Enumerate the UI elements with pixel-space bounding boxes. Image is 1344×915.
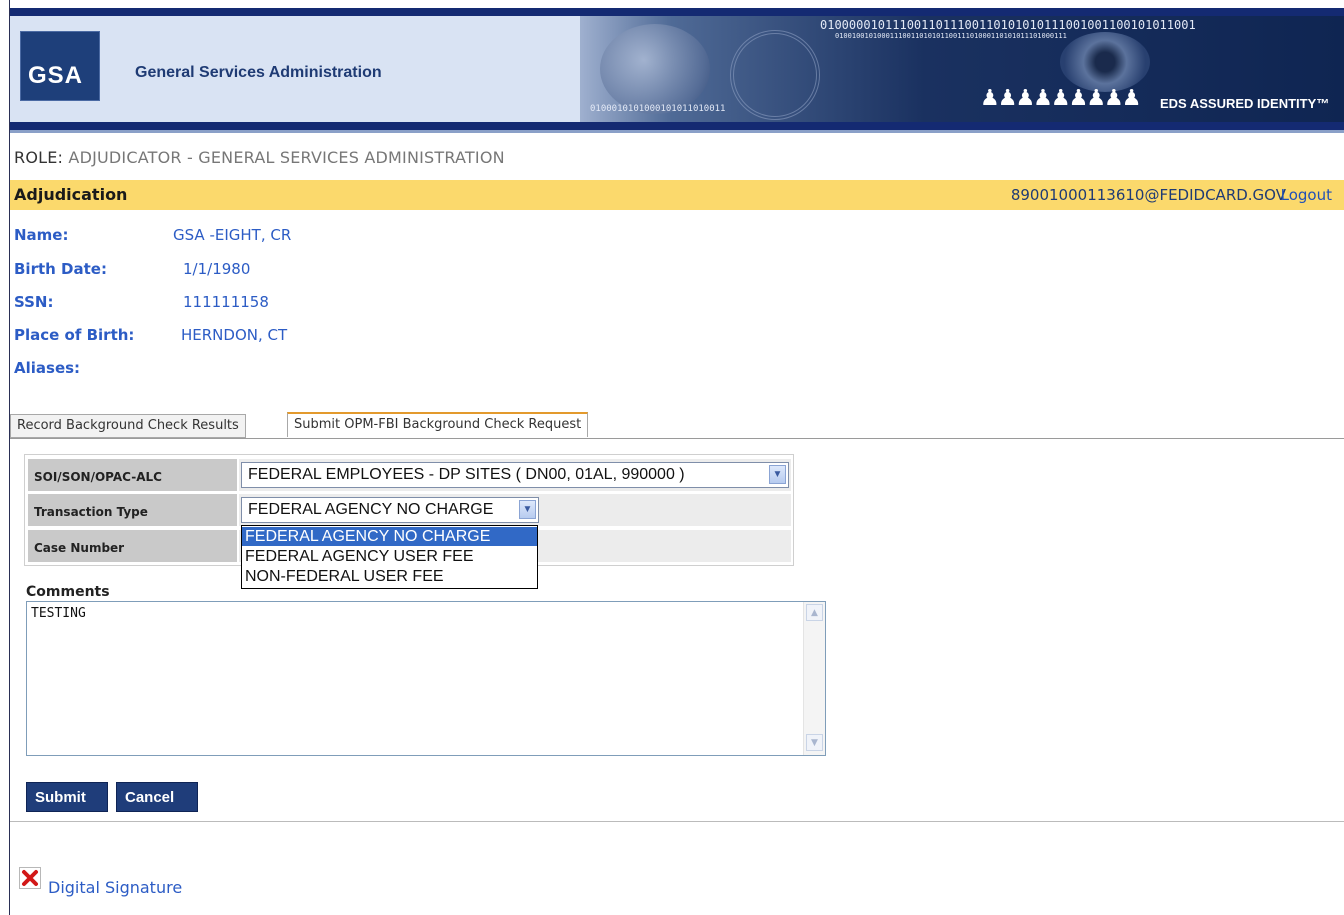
name-value: GSA -EIGHT, CR — [173, 226, 292, 244]
birth-date-value: 1/1/1980 — [183, 260, 251, 278]
site-banner: GSA General Services Administration 0100… — [10, 16, 1344, 122]
transaction-type-dropdown: FEDERAL AGENCY NO CHARGE FEDERAL AGENCY … — [241, 525, 538, 589]
role-value: ADJUDICATOR - GENERAL SERVICES ADMINISTR… — [68, 148, 505, 167]
soi-label: SOI/SON/OPAC-ALC — [28, 459, 237, 491]
chevron-down-icon[interactable]: ▼ — [769, 465, 786, 484]
banner-bottom-rule — [10, 122, 1344, 130]
ssn-value: 111111158 — [183, 293, 269, 311]
dropdown-option-non-federal-user-fee[interactable]: NON-FEDERAL USER FEE — [242, 567, 537, 586]
fingerprint-graphic — [730, 30, 820, 120]
place-of-birth-label: Place of Birth: — [14, 326, 135, 344]
tab-record-background-check[interactable]: Record Background Check Results — [10, 414, 246, 438]
banner-thin-rule — [10, 130, 1344, 133]
aliases-label: Aliases: — [14, 359, 81, 377]
red-x-icon — [22, 870, 38, 886]
ssn-label: SSN: — [14, 293, 54, 311]
transaction-type-selected-value: FEDERAL AGENCY NO CHARGE — [248, 501, 494, 518]
logout-link[interactable]: Logout — [1281, 186, 1332, 204]
soi-select[interactable]: FEDERAL EMPLOYEES - DP SITES ( DN00, 01A… — [241, 462, 789, 488]
transaction-type-label: Transaction Type — [28, 494, 237, 526]
page-title: Adjudication — [14, 185, 128, 204]
gsa-logo-text: GSA — [28, 62, 84, 89]
comments-label: Comments — [26, 584, 110, 600]
globe-graphic — [600, 24, 710, 114]
scroll-up-icon[interactable]: ▲ — [806, 604, 823, 621]
name-label: Name: — [14, 226, 69, 244]
tab-strip-rule — [10, 438, 1344, 439]
cancel-button[interactable]: Cancel — [116, 782, 198, 812]
digital-signature-link[interactable]: Digital Signature — [48, 878, 182, 897]
user-email: 89001000113610@FEDIDCARD.GOV — [1010, 186, 1286, 204]
binary-text-left: 0100010101000101011010011 — [590, 104, 726, 114]
submit-button[interactable]: Submit — [26, 782, 108, 812]
birth-date-label: Birth Date: — [14, 260, 107, 278]
soi-selected-value: FEDERAL EMPLOYEES - DP SITES ( DN00, 01A… — [248, 466, 685, 483]
scroll-down-icon[interactable]: ▼ — [806, 734, 823, 751]
place-of-birth-value: HERNDON, CT — [181, 326, 288, 344]
chevron-down-icon[interactable]: ▼ — [519, 500, 536, 519]
eye-graphic — [1060, 32, 1150, 92]
tab-submit-opm-fbi-request[interactable]: Submit OPM-FBI Background Check Request — [287, 412, 589, 437]
gsa-logo: GSA — [20, 31, 100, 101]
binary-text-small: 0100100101000111001101010110011101000110… — [835, 32, 1067, 40]
people-icon: ♟♟♟♟♟♟♟♟♟ — [980, 86, 1142, 111]
comments-textarea[interactable]: TESTING — [26, 601, 826, 756]
role-prefix: ROLE: — [14, 148, 64, 167]
banner-top-rule — [10, 8, 1344, 16]
transaction-type-select[interactable]: FEDERAL AGENCY NO CHARGE ▼ — [241, 497, 539, 523]
role-line: ROLE: ADJUDICATOR - GENERAL SERVICES ADM… — [14, 148, 505, 167]
brand-tagline: EDS ASSURED IDENTITY™ — [1160, 96, 1330, 111]
binary-text-top: 0100000101110011011100110101010111001001… — [820, 18, 1196, 32]
dropdown-option-no-charge[interactable]: FEDERAL AGENCY NO CHARGE — [242, 527, 537, 546]
dropdown-option-user-fee[interactable]: FEDERAL AGENCY USER FEE — [242, 547, 537, 566]
case-number-label: Case Number — [28, 530, 237, 562]
agency-name: General Services Administration — [135, 64, 382, 81]
comments-scrollbar[interactable]: ▲ ▼ — [803, 602, 825, 755]
banner-artwork: 0100000101110011011100110101010111001001… — [580, 16, 1344, 122]
broken-image-icon — [19, 867, 41, 889]
